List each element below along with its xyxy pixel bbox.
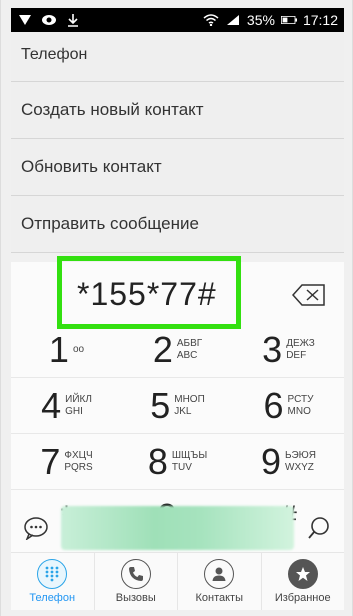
key-digit: 2: [152, 328, 173, 370]
key-1[interactable]: 1 oo: [11, 322, 122, 377]
key-letters-cyr: ЬЭЮЯ: [285, 449, 316, 461]
key-letters-cyr: МНОП: [174, 393, 205, 405]
key-letters-cyr: ИЙКЛ: [65, 393, 92, 405]
key-digit: 5: [150, 384, 171, 426]
key-9[interactable]: 9 ЬЭЮЯ WXYZ: [233, 434, 344, 489]
key-letters-lat: ABC: [176, 349, 198, 361]
action-row: [11, 504, 344, 552]
key-digit: 9: [261, 440, 282, 482]
phone-icon: [120, 559, 151, 589]
key-letters-lat: MNO: [287, 405, 311, 417]
download-icon: [65, 13, 81, 27]
key-7[interactable]: 7 ФХЦЧ PQRS: [11, 434, 122, 489]
key-letters-lat: WXYZ: [285, 461, 314, 473]
key-letters-lat: TUV: [171, 461, 192, 473]
nav-label: Контакты: [195, 592, 243, 604]
key-letters-cyr: РСТУ: [287, 393, 314, 405]
key-letters-cyr: АБВГ: [176, 337, 203, 349]
key-2[interactable]: 2 АБВГ ABC: [122, 322, 233, 377]
key-letters-lat: PQRS: [64, 461, 93, 473]
bottom-nav: Телефон Вызовы Контакты Избранное: [11, 552, 344, 610]
key-5[interactable]: 5 МНОП JKL: [122, 378, 233, 433]
backspace-icon[interactable]: [292, 284, 326, 306]
key-8[interactable]: 8 ШЩЪЫ TUV: [122, 434, 233, 489]
star-icon: [287, 559, 318, 589]
menu-item-create-contact[interactable]: Создать новый контакт: [11, 82, 344, 139]
context-menu: Телефон Создать новый контакт Обновить к…: [11, 32, 344, 253]
shield-icon: [17, 13, 33, 27]
key-digit: 4: [41, 384, 62, 426]
signal-icon: [225, 13, 241, 27]
status-bar: 35% 17:12: [11, 8, 344, 32]
battery-icon: [280, 13, 297, 27]
search-icon: [308, 517, 329, 539]
call-button[interactable]: [61, 506, 294, 550]
message-button[interactable]: [11, 516, 61, 540]
search-button[interactable]: [294, 516, 344, 540]
key-letters-cyr: ДЕЖЗ: [286, 337, 315, 349]
menu-title: Телефон: [11, 32, 344, 82]
nav-label: Телефон: [29, 592, 76, 604]
nav-tab-favorites[interactable]: Избранное: [262, 553, 345, 610]
wifi-icon: [203, 13, 219, 27]
eye-icon: [41, 13, 57, 27]
number-display: *155*77#: [11, 256, 344, 329]
nav-tab-phone[interactable]: Телефон: [11, 553, 95, 610]
battery-percent: 35%: [246, 12, 275, 28]
nav-label: Вызовы: [115, 592, 156, 604]
key-digit: 6: [263, 384, 284, 426]
voicemail-icon: oo: [72, 343, 85, 355]
key-letters-lat: JKL: [174, 405, 192, 417]
key-4[interactable]: 4 ИЙКЛ GHI: [11, 378, 122, 433]
key-letters-lat: GHI: [65, 405, 83, 417]
nav-label: Избранное: [274, 592, 331, 604]
phone-screen: 35% 17:12 Телефон Создать новый контакт …: [0, 0, 353, 616]
key-digit: 8: [147, 440, 168, 482]
key-letters-cyr: ШЩЪЫ: [171, 449, 208, 461]
key-digit: 1: [48, 328, 69, 370]
key-6[interactable]: 6 РСТУ MNO: [233, 378, 344, 433]
key-digit: 7: [40, 440, 61, 482]
chat-bubble-icon: [24, 517, 48, 540]
key-letters-lat: DEF: [286, 349, 307, 361]
menu-item-send-message[interactable]: Отправить сообщение: [11, 196, 344, 253]
nav-tab-contacts[interactable]: Контакты: [178, 553, 262, 610]
key-digit: 3: [262, 328, 283, 370]
dialed-number[interactable]: *155*77#: [77, 276, 217, 313]
contact-icon: [204, 559, 235, 589]
key-letters-cyr: ФХЦЧ: [64, 449, 93, 461]
dialer-panel: *155*77# 1 oo 2 АБВГ ABC 3 ДЕЖЗ DEF 4 ИЙ…: [11, 256, 344, 610]
dialpad-icon: [37, 559, 68, 589]
clock: 17:12: [302, 12, 338, 28]
key-3[interactable]: 3 ДЕЖЗ DEF: [233, 322, 344, 377]
nav-tab-calls[interactable]: Вызовы: [95, 553, 178, 610]
menu-item-update-contact[interactable]: Обновить контакт: [11, 139, 344, 196]
